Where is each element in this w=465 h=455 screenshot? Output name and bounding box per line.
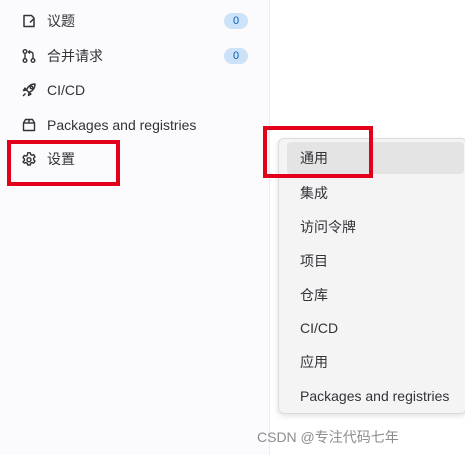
sidebar-item-merge-requests[interactable]: 合并请求 0 — [8, 39, 258, 73]
sidebar-item-label: Packages and registries — [47, 117, 197, 133]
gear-icon — [21, 151, 37, 167]
flyout-item-general[interactable]: 通用 — [287, 142, 464, 174]
watermark: CSDN @专注代码七年 — [257, 429, 399, 445]
flyout-item-repository[interactable]: 仓库 — [287, 279, 464, 311]
rocket-icon — [21, 82, 37, 98]
count-badge: 0 — [224, 48, 248, 64]
sidebar-item-label: 合并请求 — [47, 48, 103, 64]
merge-request-icon — [21, 48, 37, 64]
flyout-item-projects[interactable]: 项目 — [287, 245, 464, 277]
sidebar-item-issues[interactable]: 议题 0 — [8, 4, 258, 38]
package-icon — [21, 117, 37, 133]
sidebar-item-label: 议题 — [47, 13, 75, 29]
sidebar-item-cicd[interactable]: CI/CD — [8, 73, 258, 107]
settings-flyout-menu: 通用 集成 访问令牌 项目 仓库 CI/CD 应用 Packages and r… — [278, 138, 465, 414]
count-badge: 0 — [224, 13, 248, 29]
flyout-item-access-tokens[interactable]: 访问令牌 — [287, 211, 464, 243]
flyout-item-integrations[interactable]: 集成 — [287, 177, 464, 209]
issues-icon — [21, 13, 37, 29]
flyout-item-applications[interactable]: 应用 — [287, 346, 464, 378]
sidebar-item-label: CI/CD — [47, 82, 86, 98]
flyout-item-packages[interactable]: Packages and registries — [287, 380, 464, 412]
sidebar-item-label: 设置 — [47, 151, 75, 167]
sidebar-item-settings[interactable]: 设置 — [8, 142, 258, 176]
sidebar-item-packages[interactable]: Packages and registries — [8, 108, 258, 142]
sidebar: 议题 0 合并请求 0 CI/CD Packages and registrie… — [0, 0, 270, 455]
flyout-item-cicd[interactable]: CI/CD — [287, 312, 464, 344]
